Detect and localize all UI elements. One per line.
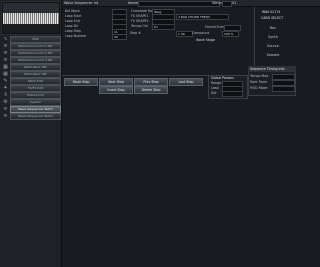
param-label: FX SHAPE1 [131,14,149,18]
sidebar-item-label: FX/FX Edit [10,84,61,92]
sequence-timing-header: Sequence Timing Info [250,67,285,71]
step-action-button[interactable]: Last Step [169,78,203,86]
param-label: Step # [130,31,141,35]
mixer-icon: ⫴ [4,92,7,98]
global-param-label: Range [211,81,222,85]
param-label: Loop Step [65,29,81,33]
right-panel-button[interactable]: Sample [256,51,290,58]
grid-icon: ▦ [3,64,8,70]
header-bar: Wave Sequencer Int Name Wave# 01 [62,0,320,7]
param-label: Loop End [65,19,80,23]
sidebar-item[interactable]: ≋ Wave Sequencer WAV1 [1,105,61,113]
fader-icon: ≡ [3,50,8,56]
window-title: Wave Sequencer Int [64,1,99,5]
param-label: FX SHAPE2 [131,19,149,23]
sequence-icon: ≋ [3,113,8,119]
timing-label: Rate Timer [250,80,268,84]
param-value[interactable]: 4 BAR CHORD FREQS [176,14,229,20]
sidebar-item-label: Performance Ctrl 1 INT [10,42,61,50]
wave-number-field[interactable] [222,1,232,7]
sidebar-item[interactable]: ▦ Patch Bank INT [1,63,61,71]
timing-label: MOD Mode [250,86,268,90]
fader-icon: ≡ [3,57,8,63]
step-action-button[interactable]: Next Step [99,78,133,86]
param-value[interactable]: tm [152,24,175,30]
wave-number-value: 01 [232,1,237,5]
keyboard-base-image [3,24,59,33]
sidebar-item[interactable]: ≡ Performance Ctrl 1 INT [1,42,61,50]
param-value[interactable]: 00 [112,34,127,40]
right-panel-header: WAV 02174 [262,10,281,14]
right-panel-button[interactable]: Synth [256,33,290,40]
step-edit-button[interactable]: Insert Step [99,86,133,94]
sidebar-item-label: Wave Sequencer WAV2 [10,112,61,120]
sidebar-item-label: Performance Ctrl 3 INT [10,56,61,64]
global-param-label: Lead [211,86,219,90]
global-params-header: Global Params [211,76,234,80]
sidebar-item[interactable]: ✎ Patch Edit [1,77,61,85]
sidebar-item-label: System [10,98,61,106]
timing-value[interactable] [272,86,295,92]
sidebar-item[interactable]: ≡ Performance Ctrl 3 INT [1,56,61,64]
sidebar-item[interactable]: ▦ Patch Bank INT [1,70,61,78]
grid-icon: ▦ [3,71,8,77]
fader-icon: ≡ [3,43,8,49]
global-param-value[interactable] [222,91,243,97]
param-label: Loop Start [65,14,82,18]
right-panel-button[interactable]: Source [256,42,290,49]
param-label: Tempo Ctrl [131,24,149,28]
sidebar-item-label: Mixer/Limit [10,91,61,99]
gear-icon: ⚙ [3,99,8,105]
global-param-label: Dst [211,91,217,95]
sidebar-item[interactable]: ✦ FX/FX Edit [1,84,61,92]
step-action-button[interactable]: Prev Step [134,78,168,86]
synth-panel-image [3,3,59,13]
param-label: Compound [192,31,210,35]
sidebar-item[interactable]: ⫴ Mixer/Limit [1,91,61,99]
sidebar-item-label: Performance Ctrl 2 INT [10,49,61,57]
right-panel-buttons: Rec Synth Source Sample [256,24,290,64]
sidebar-item[interactable]: ∿ Mdk [1,35,61,43]
name-label: Name [128,1,139,5]
sidebar-item-label: Patch Bank INT [10,63,61,71]
keyboard-keys-image [3,13,59,24]
sidebar-item-label: Wave Sequencer WAV1 [10,105,61,113]
right-panel-subheader: CARD SELECT [261,16,284,20]
fx-icon: ✦ [3,85,8,91]
step-action-button[interactable]: Paste Step [64,78,98,86]
param-label: Loop Number [65,34,87,38]
right-panel-button[interactable]: Rec [256,24,290,31]
sidebar-item[interactable]: ≡ Performance Ctrl 2 INT [1,49,61,57]
name-field[interactable] [138,1,220,7]
timing-label: Tempo Mod [250,74,269,78]
sidebar-item-label: Patch Bank INT [10,70,61,78]
wave-stage-label: Wave Stage [196,38,215,42]
param-value[interactable]: 100 % [222,31,239,37]
param-label: Bst Wave [65,9,80,13]
sequence-icon: ≋ [3,106,8,112]
sidebar-item-label: Mdk [10,35,61,43]
step-edit-button[interactable]: Delete Step [134,86,168,94]
wave-icon: ∿ [3,36,8,42]
sidebar-item-label: Patch Edit [10,77,61,85]
param-value[interactable]: 1 UK [176,31,193,37]
sidebar-item[interactable]: ≋ Wave Sequencer WAV2 [1,112,61,120]
sidebar-item[interactable]: ⚙ System [1,98,61,106]
pencil-icon: ✎ [3,78,8,84]
param-label: Loop Dir [65,24,79,28]
param-label: Forced Entry [205,25,226,29]
